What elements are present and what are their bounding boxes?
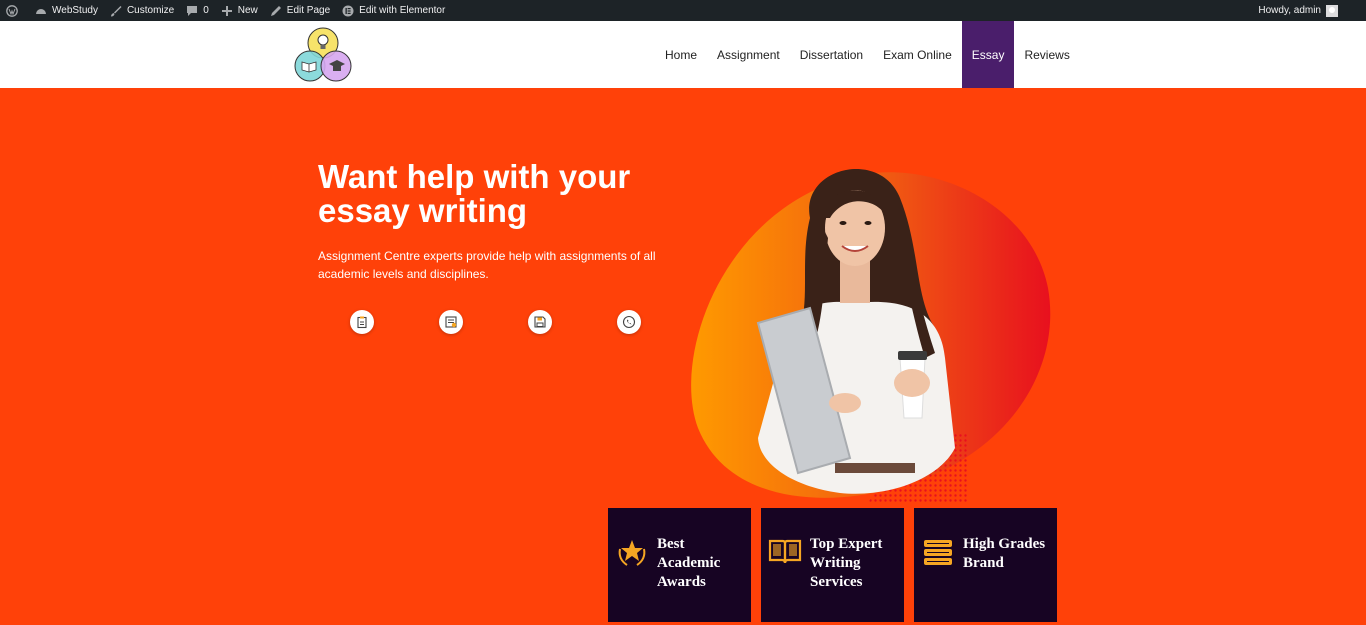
edit-elementor-link[interactable]: Edit with Elementor xyxy=(336,0,451,21)
comments-link[interactable]: 0 xyxy=(180,0,215,21)
elementor-icon xyxy=(342,5,354,17)
feature-card-label: Best Academic Awards xyxy=(657,536,721,590)
edit-elementor-label: Edit with Elementor xyxy=(359,5,446,16)
feature-card-label: Top Expert Writing Services xyxy=(810,536,883,590)
phone-icon[interactable] xyxy=(617,310,641,334)
main-navigation: Home Assignment Dissertation Exam Online… xyxy=(655,21,1080,88)
feature-card-label: High Grades Brand xyxy=(963,536,1046,571)
site-name-link[interactable]: WebStudy xyxy=(29,0,104,21)
document-icon[interactable] xyxy=(439,310,463,334)
pencil-icon xyxy=(270,5,282,17)
book-stack-icon xyxy=(921,535,955,569)
feature-card-awards: Best Academic Awards xyxy=(608,508,751,622)
nav-item-assignment[interactable]: Assignment xyxy=(707,21,790,88)
wordpress-menu[interactable] xyxy=(0,0,29,21)
feature-cards: Best Academic Awards Top Expert Writing … xyxy=(608,508,1057,622)
nav-item-exam-online[interactable]: Exam Online xyxy=(873,21,962,88)
dashboard-icon xyxy=(35,5,47,17)
hero-section: Want help with your essay writing Assign… xyxy=(0,88,1366,625)
nav-item-dissertation[interactable]: Dissertation xyxy=(790,21,873,88)
customize-link[interactable]: Customize xyxy=(104,0,180,21)
edit-page-link[interactable]: Edit Page xyxy=(264,0,336,21)
site-header: Home Assignment Dissertation Exam Online… xyxy=(0,21,1366,88)
nav-item-reviews[interactable]: Reviews xyxy=(1014,21,1079,88)
feature-card-grades: High Grades Brand xyxy=(914,508,1057,622)
site-logo[interactable] xyxy=(293,26,353,84)
wordpress-icon xyxy=(6,4,18,17)
comments-count: 0 xyxy=(203,5,209,16)
new-content-link[interactable]: New xyxy=(215,0,264,21)
feature-card-writing: Top Expert Writing Services xyxy=(761,508,904,622)
hero-subtitle: Assignment Centre experts provide help w… xyxy=(318,249,656,281)
new-label: New xyxy=(237,5,258,16)
howdy-greeting: Howdy, admin xyxy=(1258,5,1321,16)
award-star-icon xyxy=(615,535,649,569)
comment-icon xyxy=(186,5,198,17)
nav-item-home[interactable]: Home xyxy=(655,21,707,88)
edit-page-label: Edit Page xyxy=(286,5,331,16)
clipboard-icon[interactable] xyxy=(350,310,374,334)
logo-icon xyxy=(294,27,352,82)
avatar xyxy=(1326,4,1338,17)
customize-label: Customize xyxy=(126,5,175,16)
hero-title: Want help with your essay writing xyxy=(318,158,631,229)
wp-admin-bar: WebStudy Customize 0 New Edit Page Edit … xyxy=(0,0,1366,21)
brush-icon xyxy=(110,5,122,17)
hero-icon-row xyxy=(350,310,706,334)
my-account-menu[interactable]: Howdy, admin xyxy=(1258,0,1338,21)
site-name-label: WebStudy xyxy=(52,5,98,16)
save-icon[interactable] xyxy=(528,310,552,334)
hero-woman-image xyxy=(756,169,955,494)
nav-item-essay[interactable]: Essay xyxy=(961,21,1015,88)
open-book-icon xyxy=(768,535,802,569)
plus-icon xyxy=(221,5,233,17)
